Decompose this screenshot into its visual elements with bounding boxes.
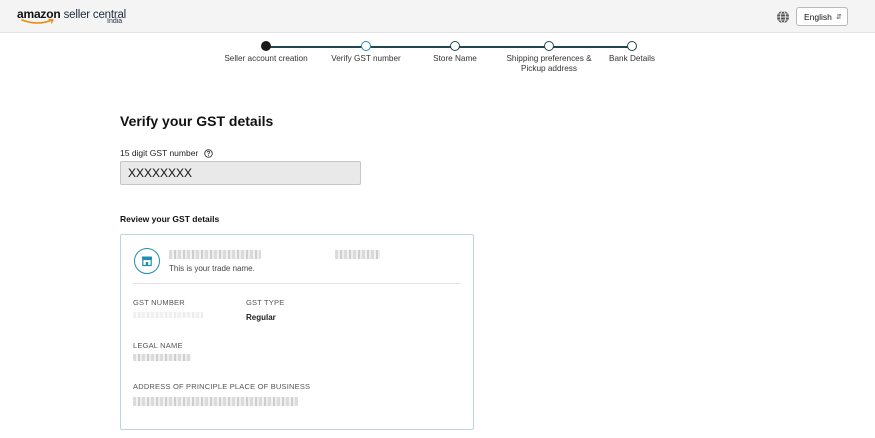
amazon-smile-icon <box>21 19 54 24</box>
review-section-title: Review your GST details <box>120 214 220 224</box>
up-down-caret-icon: ⇵ <box>836 14 842 21</box>
gst-number-field-label: GST NUMBER <box>133 298 185 307</box>
step-label-store-name: Store Name <box>433 54 477 63</box>
stepper-line <box>266 46 632 48</box>
trade-name-hint: This is your trade name. <box>169 264 255 273</box>
legal-name-redacted <box>133 354 191 361</box>
step-label-seller-account-creation: Seller account creation <box>224 54 308 63</box>
address-field-label: ADDRESS OF PRINCIPLE PLACE OF BUSINESS <box>133 382 311 391</box>
step-label-bank-details: Bank Details <box>609 54 655 63</box>
store-icon <box>142 256 152 267</box>
step-dot-seller-account-creation <box>260 41 271 51</box>
trade-name-redacted <box>169 250 261 259</box>
trade-name-redacted-2 <box>335 250 380 259</box>
language-select-value: English <box>804 12 832 22</box>
gst-number-redacted <box>133 312 203 318</box>
amazon-seller-central-logo[interactable]: amazon seller central India <box>17 7 147 31</box>
legal-name-field-label: LEGAL NAME <box>133 341 183 350</box>
gst-type-field-label: GST TYPE <box>246 298 285 307</box>
address-redacted <box>133 397 298 406</box>
logo-region: India <box>107 18 123 25</box>
step-dot-bank-details <box>626 41 637 51</box>
gst-number-input[interactable] <box>120 161 361 185</box>
store-badge <box>134 248 160 274</box>
gst-number-label-text: 15 digit GST number <box>120 148 199 158</box>
registration-stepper: Seller account creation Verify GST numbe… <box>0 35 875 85</box>
page-title: Verify your GST details <box>120 113 274 129</box>
step-dot-shipping-preferences <box>543 41 554 51</box>
gst-details-card: This is your trade name. GST NUMBER GST … <box>120 234 474 430</box>
gst-number-label: 15 digit GST number <box>120 148 213 158</box>
globe-icon[interactable] <box>776 10 790 24</box>
top-bar: amazon seller central India English ⇵ <box>0 0 875 33</box>
language-select[interactable]: English ⇵ <box>796 7 848 26</box>
step-dot-verify-gst-number <box>360 41 371 51</box>
card-divider <box>133 283 461 284</box>
step-dot-store-name <box>449 41 460 51</box>
help-circle-icon[interactable] <box>203 149 213 158</box>
gst-type-value: Regular <box>246 313 276 322</box>
